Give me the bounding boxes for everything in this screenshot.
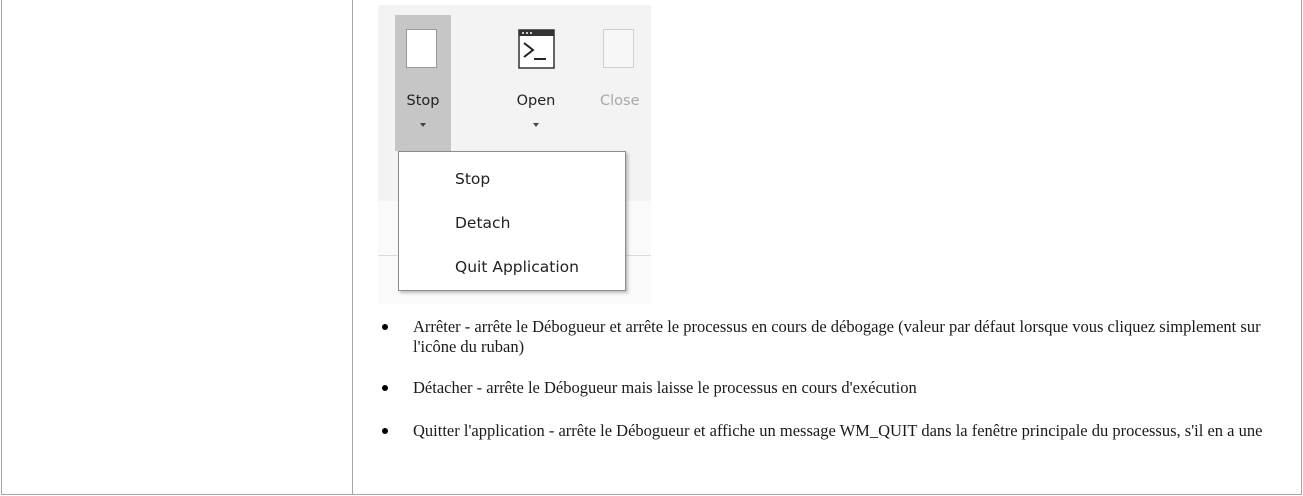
- menu-item-stop[interactable]: Stop: [455, 170, 490, 188]
- bullet-icon: [382, 324, 388, 330]
- bullet-icon: [382, 428, 388, 434]
- stop-button-label: Stop: [406, 93, 440, 109]
- list-item-text: Quitter l'application - arrête le Débogu…: [413, 421, 1263, 440]
- column-divider: [352, 0, 353, 495]
- stop-icon: [406, 29, 437, 68]
- menu-item-quit-application[interactable]: Quit Application: [455, 258, 579, 276]
- close-icon: [603, 29, 634, 68]
- open-button[interactable]: Open: [508, 15, 564, 151]
- open-dropdown-arrow-icon[interactable]: [533, 123, 539, 127]
- ribbon-screenshot: Stop Open Close Stop Detach Quit Applica…: [378, 5, 651, 304]
- list-item-text: Arrêter - arrête le Débogueur et arrête …: [413, 317, 1261, 356]
- terminal-icon: [518, 29, 555, 69]
- stop-button[interactable]: Stop: [395, 15, 451, 151]
- stop-dropdown-arrow-icon[interactable]: [420, 123, 426, 127]
- open-button-label: Open: [516, 93, 556, 109]
- bullet-icon: [382, 385, 388, 391]
- stop-dropdown-menu: Stop Detach Quit Application: [398, 151, 626, 291]
- menu-item-detach[interactable]: Detach: [455, 214, 510, 232]
- close-button[interactable]: Close: [599, 15, 651, 151]
- close-button-label: Close: [600, 93, 640, 109]
- list-item-text: Détacher - arrête le Débogueur mais lais…: [413, 378, 917, 397]
